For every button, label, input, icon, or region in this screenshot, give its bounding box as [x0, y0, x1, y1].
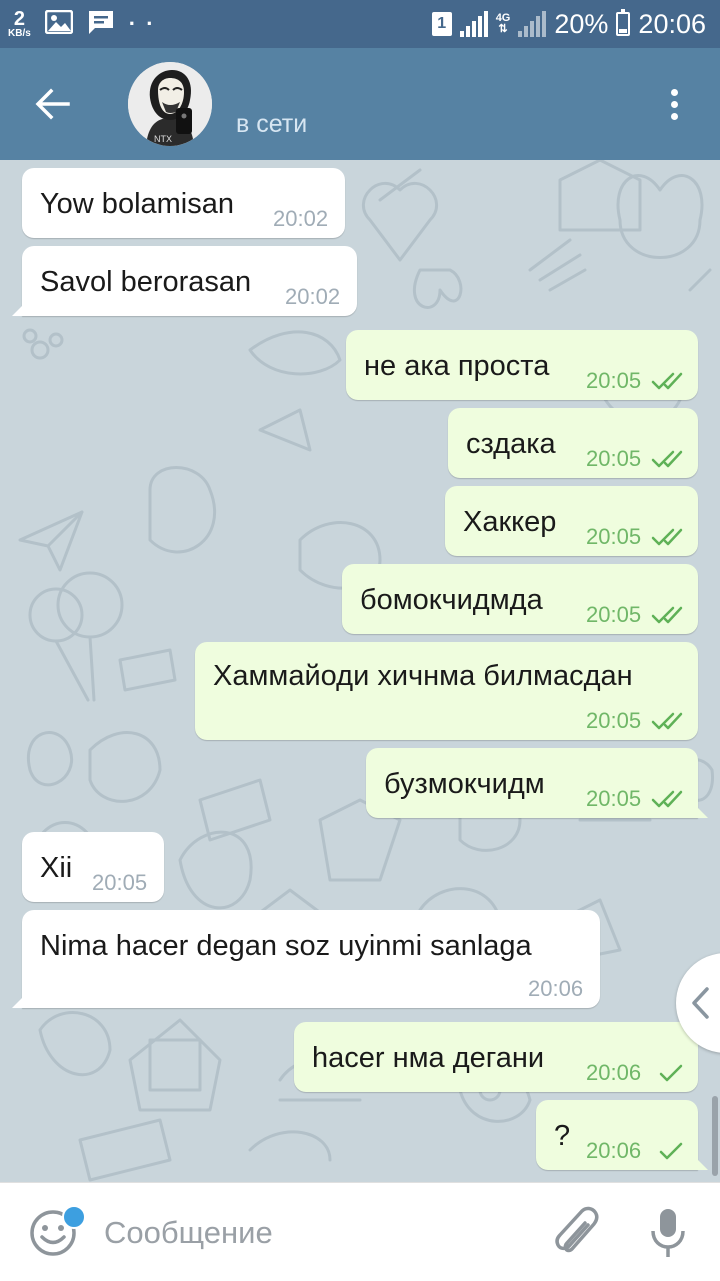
message-bubble-outgoing[interactable]: Хаммайоди хичнма билмасдан 20:05 — [195, 642, 698, 740]
battery-percent: 20% — [554, 8, 609, 39]
back-arrow-icon — [35, 88, 70, 120]
check-icon — [659, 1142, 683, 1160]
more-menu-button[interactable] — [654, 84, 694, 124]
message-text: ? — [554, 1120, 571, 1152]
message-time: 20:06 — [528, 976, 584, 1001]
double-check-icon — [651, 606, 683, 624]
network-speed-unit: KB/s — [8, 28, 31, 39]
message-text: бузмокчидм — [384, 768, 545, 800]
message-text: Savol berorasan — [40, 266, 252, 298]
double-check-icon — [651, 790, 683, 808]
message-time: 20:05 — [92, 870, 148, 895]
message-text: Хаккер — [463, 506, 557, 538]
message-bubble-incoming[interactable]: Nima hacer degan soz uyinmi sanlaga 20:0… — [12, 910, 600, 1008]
bubble-tail — [694, 1156, 708, 1170]
network-speed: 2 KB/s — [8, 9, 31, 39]
bubble-tail — [12, 994, 26, 1008]
message-bubble-incoming[interactable]: Yow bolamisan 20:02 — [22, 168, 345, 238]
status-clock: 20:06 — [638, 8, 706, 39]
svg-text:NTX: NTX — [154, 134, 172, 144]
back-button[interactable] — [22, 74, 82, 134]
message-bubble-outgoing[interactable]: ? 20:06 — [536, 1100, 708, 1170]
message-input[interactable] — [104, 1209, 524, 1257]
message-time: 20:05 — [586, 786, 642, 811]
message-bubble-outgoing[interactable]: бузмокчидм 20:05 — [366, 748, 708, 818]
message-bubble-incoming[interactable]: Xii 20:05 — [22, 832, 164, 902]
double-check-icon — [651, 450, 683, 468]
signal-icon — [459, 11, 488, 37]
chevron-left-icon — [692, 987, 709, 1019]
message-text: Nima hacer degan soz uyinmi sanlaga — [40, 930, 532, 962]
message-bubble-incoming[interactable]: Savol berorasan 20:02 — [12, 246, 357, 316]
message-time: 20:05 — [586, 446, 642, 471]
contact-status: в сети — [236, 110, 308, 138]
bubble-tail — [694, 804, 708, 818]
notification-dot — [62, 1205, 86, 1229]
message-bubble-outgoing[interactable]: Хаккер 20:05 — [445, 486, 698, 556]
message-text: Yow bolamisan — [40, 188, 234, 220]
chat-header: NTX в сети — [0, 48, 720, 160]
message-text: Хаммайоди хичнма билмасдан — [213, 660, 633, 692]
chat-notification-icon — [87, 9, 115, 40]
status-bar-left: 2 KB/s · · — [8, 6, 156, 42]
scrollbar[interactable] — [712, 1096, 718, 1176]
microphone-icon — [651, 1209, 685, 1257]
menu-dot-icon — [670, 100, 678, 108]
message-time: 20:05 — [586, 602, 642, 627]
attach-button[interactable] — [552, 1205, 602, 1261]
bubble-tail — [12, 302, 26, 316]
message-text: hacer нма дегани — [312, 1042, 545, 1074]
message-bubble-outgoing[interactable]: бомокчидмда 20:05 — [342, 564, 698, 634]
notification-dots: · · — [128, 11, 156, 36]
message-text: Xii — [40, 852, 73, 884]
message-time: 20:05 — [586, 368, 642, 393]
chat-area[interactable]: Yow bolamisan 20:02 Savol berorasan 20:0… — [0, 160, 720, 1182]
avatar[interactable]: NTX — [128, 62, 212, 146]
network-type-label: 4G — [495, 12, 511, 24]
message-text: бомокчидмда — [360, 584, 543, 616]
message-bubble-outgoing[interactable]: не ака проста 20:05 — [346, 330, 698, 400]
message-time: 20:06 — [586, 1060, 642, 1085]
message-bubble-outgoing[interactable]: hacer нма дегани 20:06 — [294, 1022, 698, 1092]
paperclip-icon — [555, 1206, 599, 1253]
message-time: 20:02 — [273, 206, 329, 231]
message-bubble-outgoing[interactable]: сздака 20:05 — [448, 408, 698, 478]
microphone-button[interactable] — [648, 1205, 688, 1261]
network-type: 4G ⇅ — [495, 12, 511, 35]
sim-slot-badge: 1 — [431, 12, 452, 36]
message-time: 20:02 — [285, 284, 341, 309]
double-check-icon — [651, 372, 683, 390]
network-speed-value: 2 — [13, 8, 25, 30]
message-composer — [0, 1182, 720, 1281]
battery-icon — [616, 9, 631, 36]
menu-dot-icon — [670, 112, 678, 120]
gallery-icon — [44, 9, 74, 39]
status-bar: 2 KB/s · · 1 4G ⇅ 20% 20:06 — [0, 0, 720, 48]
double-check-icon — [651, 528, 683, 546]
status-bar-right: 1 4G ⇅ 20% 20:06 — [431, 6, 706, 42]
menu-dot-icon — [670, 88, 678, 96]
message-time: 20:06 — [586, 1138, 642, 1163]
check-icon — [659, 1064, 683, 1082]
signal-2-icon — [518, 11, 547, 37]
double-check-icon — [651, 712, 683, 730]
message-time: 20:05 — [586, 524, 642, 549]
message-text: не ака проста — [364, 350, 550, 382]
message-text: сздака — [466, 428, 556, 460]
message-time: 20:05 — [586, 708, 642, 733]
